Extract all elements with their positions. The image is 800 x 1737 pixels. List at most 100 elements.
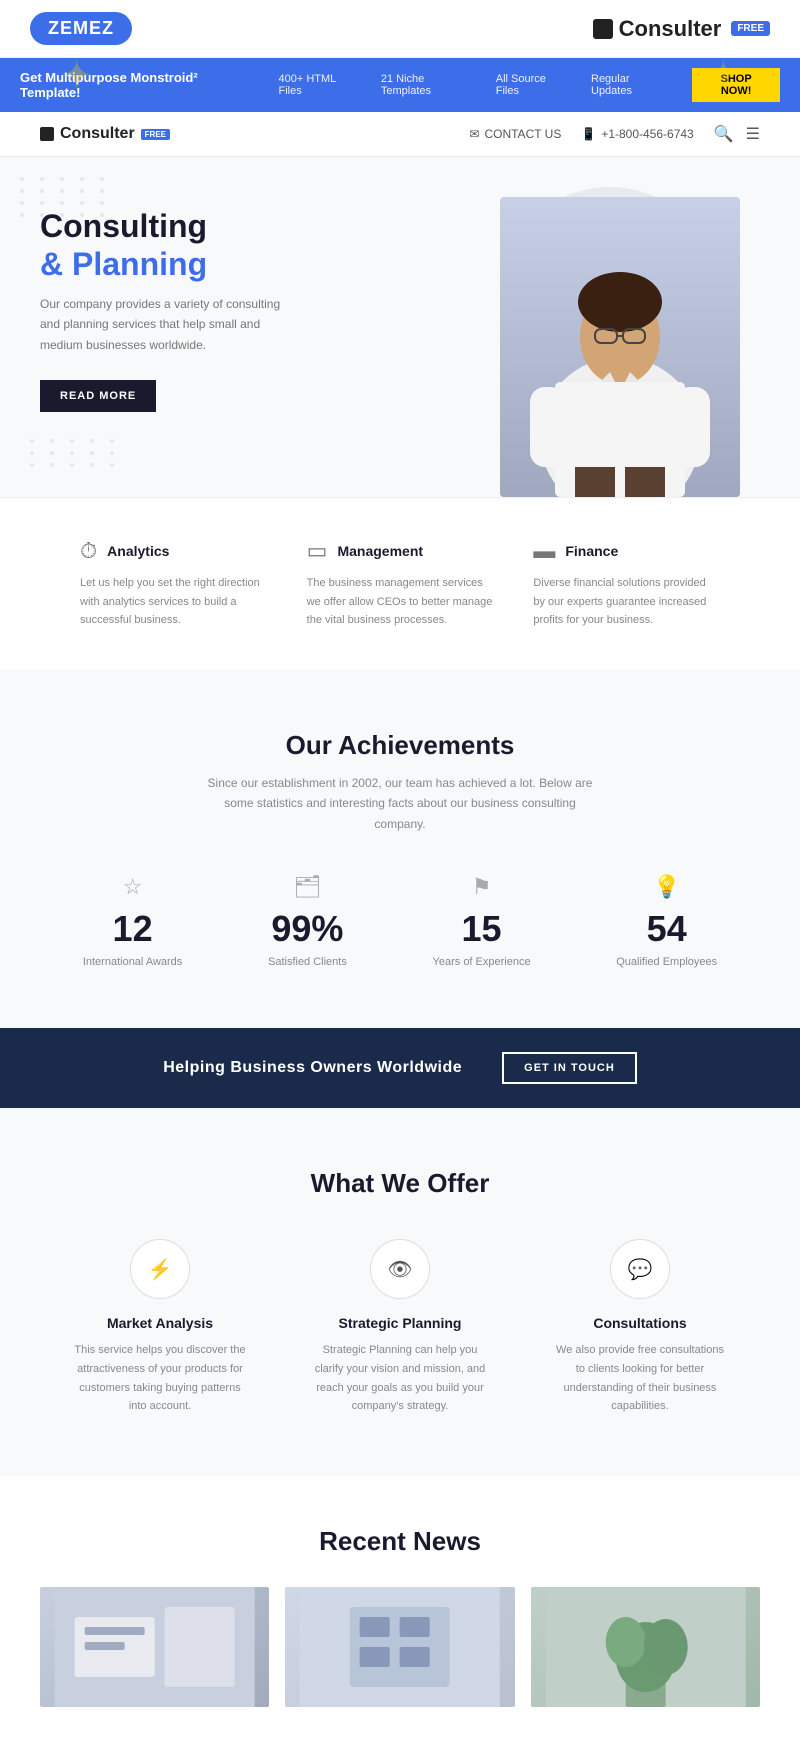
cta-banner: Helping Business Owners Worldwide GET IN… [0,1028,800,1108]
decoration-left: ✦ [60,58,94,99]
promo-stat4: Regular Updates [591,73,672,97]
nav-phone[interactable]: 📱 +1-800-456-6743 [581,127,693,141]
stat-clients-label: Satisfied Clients [268,956,347,968]
consulter-title: Consulter [619,16,722,42]
nav-contact[interactable]: ✉ CONTACT US [469,127,561,141]
stat-clients: 🗂 99% Satisfied Clients [268,874,347,968]
management-title: Management [337,543,423,559]
hero-right [440,157,800,497]
finance-icon: ▬ [533,538,555,564]
news-cards [40,1587,760,1707]
nav-consulter-label: Consulter [60,125,135,143]
finance-title: Finance [565,543,618,559]
nav-right: ✉ CONTACT US 📱 +1-800-456-6743 🔍 ☰ [469,124,760,144]
zemez-logo[interactable]: ZEMEZ [30,12,132,45]
market-analysis-desc: This service helps you discover the attr… [70,1341,250,1416]
management-desc: The business management services we offe… [307,574,494,630]
cta-text: Helping Business Owners Worldwide [163,1059,462,1077]
service-finance: ▬ Finance Diverse financial solutions pr… [513,538,740,630]
analytics-icon: ⏱ [80,538,97,564]
offer-cards: ⚡ Market Analysis This service helps you… [40,1239,760,1416]
contact-label: CONTACT US [484,127,561,141]
hero-title: Consulting & Planning [40,207,400,284]
news-title: Recent News [40,1526,760,1557]
promo-stat1: 400+ HTML Files [279,73,361,97]
strategic-planning-icon: 👁 [370,1239,430,1299]
read-more-button[interactable]: READ MORE [40,380,156,412]
dots-decoration-bottom [30,439,122,467]
achievements-subtitle: Since our establishment in 2002, our tea… [200,773,600,834]
consultations-desc: We also provide free consultations to cl… [550,1341,730,1416]
news-card-1[interactable] [40,1587,269,1707]
stat-awards-number: 12 [83,908,182,950]
market-analysis-title: Market Analysis [70,1315,250,1331]
achievements-title: Our Achievements [40,730,760,761]
decoration-right: ✦ [706,58,740,99]
promo-stat3: All Source Files [496,73,571,97]
achievements-section: Our Achievements Since our establishment… [0,670,800,1028]
top-branding-bar: ZEMEZ Consulter FREE [0,0,800,58]
hero-left: Consulting & Planning Our company provid… [0,157,440,497]
offer-section: What We Offer ⚡ Market Analysis This ser… [0,1108,800,1476]
management-icon: ▭ [307,538,328,564]
search-icon[interactable]: 🔍 [714,124,734,144]
consultations-icon: 💬 [610,1239,670,1299]
consulter-logo-top: Consulter FREE [593,16,770,42]
stat-employees-label: Qualified Employees [616,956,717,968]
stat-awards-label: International Awards [83,956,182,968]
hero-person-image [500,197,740,497]
nav-icons: 🔍 ☰ [714,124,760,144]
hero-title-accent: & Planning [40,245,400,283]
promo-banner: ✦ Get Multipurpose Monstroid² Template! … [0,58,800,112]
market-analysis-icon: ⚡ [130,1239,190,1299]
stat-experience-number: 15 [433,908,531,950]
news-section: Recent News [0,1476,800,1737]
strategic-planning-desc: Strategic Planning can help you clarify … [310,1341,490,1416]
envelope-icon: ✉ [469,127,479,141]
news-card-3[interactable] [531,1587,760,1707]
stat-employees-number: 54 [616,908,717,950]
promo-stats: 400+ HTML Files 21 Niche Templates All S… [279,73,673,97]
offer-title: What We Offer [40,1168,760,1199]
service-analytics: ⏱ Analytics Let us help you set the righ… [60,538,287,630]
dots-decoration-top [20,177,112,217]
folder-icon: 🗂 [268,874,347,900]
square-icon [593,19,613,39]
offer-market-analysis: ⚡ Market Analysis This service helps you… [40,1239,280,1416]
nav-free-badge: FREE [141,129,170,140]
hamburger-menu-icon[interactable]: ☰ [746,124,760,144]
stat-employees: 💡 54 Qualified Employees [616,874,717,968]
stat-experience-label: Years of Experience [433,956,531,968]
hero-section: Consulting & Planning Our company provid… [0,157,800,497]
analytics-icon-row: ⏱ Analytics [80,538,267,564]
promo-text: Get Multipurpose Monstroid² Template! [20,70,259,100]
finance-desc: Diverse financial solutions provided by … [533,574,720,630]
strategic-planning-title: Strategic Planning [310,1315,490,1331]
analytics-title: Analytics [107,543,169,559]
promo-stat2: 21 Niche Templates [381,73,476,97]
free-badge: FREE [731,21,770,36]
get-in-touch-button[interactable]: GET IN TOUCH [502,1052,637,1084]
hero-subtitle: Our company provides a variety of consul… [40,294,290,355]
nav-square-icon [40,127,54,141]
management-icon-row: ▭ Management [307,538,494,564]
analytics-desc: Let us help you set the right direction … [80,574,267,630]
phone-number: +1-800-456-6743 [601,127,693,141]
flag-icon: ⚑ [433,874,531,900]
stat-clients-number: 99% [268,908,347,950]
services-strip: ⏱ Analytics Let us help you set the righ… [0,497,800,670]
nav-logo: Consulter FREE [40,125,170,143]
service-management: ▭ Management The business management ser… [287,538,514,630]
consultations-title: Consultations [550,1315,730,1331]
news-card-2[interactable] [285,1587,514,1707]
bulb-icon: 💡 [616,874,717,900]
navbar: Consulter FREE ✉ CONTACT US 📱 +1-800-456… [0,112,800,157]
finance-icon-row: ▬ Finance [533,538,720,564]
stat-experience: ⚑ 15 Years of Experience [433,874,531,968]
offer-consultations: 💬 Consultations We also provide free con… [520,1239,760,1416]
offer-strategic-planning: 👁 Strategic Planning Strategic Planning … [280,1239,520,1416]
phone-icon: 📱 [581,127,596,141]
star-icon: ☆ [83,874,182,900]
stat-awards: ☆ 12 International Awards [83,874,182,968]
stats-row: ☆ 12 International Awards 🗂 99% Satisfie… [40,874,760,968]
